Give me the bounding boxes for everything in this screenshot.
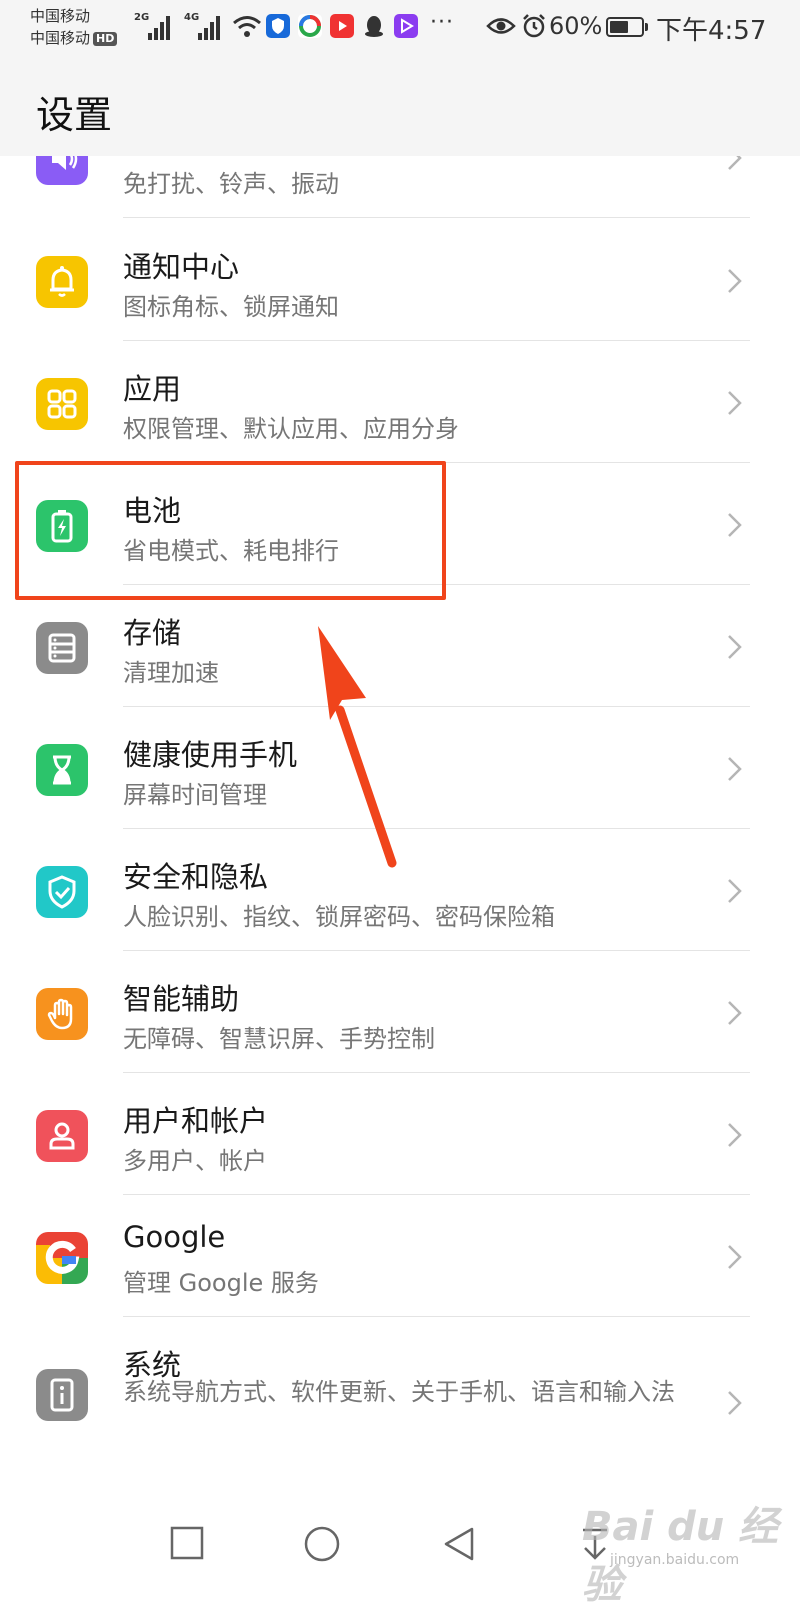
app-header: 设置: [0, 56, 800, 156]
chevron-right-icon: [728, 1123, 742, 1147]
speaker-icon: [36, 156, 88, 185]
settings-item-accessibility[interactable]: 智能辅助 无障碍、智慧识屏、手势控制: [0, 951, 800, 1073]
page-title: 设置: [36, 93, 113, 137]
user-icon: [36, 1110, 88, 1162]
settings-item-subtitle: 屏幕时间管理: [123, 781, 267, 809]
hd-badge: HD: [93, 32, 118, 46]
browser-app-icon: [298, 14, 322, 38]
divider: [123, 217, 750, 218]
battery-status-icon: [606, 17, 648, 37]
settings-item-subtitle: 图标角标、锁屏通知: [123, 293, 339, 321]
battery-percent: 60%: [549, 12, 603, 40]
pointer-arrow-icon: [318, 626, 397, 868]
settings-item-subtitle: 权限管理、默认应用、应用分身: [123, 415, 459, 443]
back-button[interactable]: [442, 1526, 476, 1562]
carrier-1: 中国移动: [30, 7, 91, 25]
settings-item-subtitle: 免打扰、铃声、振动: [123, 170, 339, 198]
chevron-right-icon: [728, 391, 742, 415]
settings-item-title: 通知中心: [123, 250, 240, 284]
carrier-info: 中国移动 中国移动 HD: [30, 5, 118, 49]
chevron-right-icon: [728, 1245, 742, 1269]
chevron-right-icon: [728, 879, 742, 903]
eye-comfort-icon: [486, 18, 516, 34]
signal-2g-icon: 2G: [134, 12, 174, 40]
chevron-right-icon: [728, 757, 742, 781]
wifi-icon: [233, 16, 261, 37]
settings-item-users[interactable]: 用户和帐户 多用户、帐户: [0, 1073, 800, 1195]
info-icon: [36, 1369, 88, 1421]
chevron-right-icon: [728, 635, 742, 659]
settings-item-title: 存储: [123, 616, 182, 650]
highlight-box: [15, 461, 446, 600]
settings-item-title: 安全和隐私: [123, 860, 269, 894]
chevron-right-icon: [728, 1391, 742, 1415]
shield-app-icon: [266, 14, 290, 38]
settings-item-title: Google: [123, 1220, 226, 1254]
storage-icon: [36, 622, 88, 674]
status-bar: 中国移动 中国移动 HD 2G 4G ··· 60% 下午4:57: [0, 0, 800, 56]
video-app-icon: [330, 14, 354, 38]
signal-4g-icon: 4G: [184, 12, 224, 40]
hand-icon: [36, 988, 88, 1040]
alarm-icon: [523, 14, 545, 38]
settings-item-subtitle: 无障碍、智慧识屏、手势控制: [123, 1025, 435, 1053]
google-icon: [36, 1232, 88, 1284]
chevron-right-icon: [728, 156, 742, 170]
watermark-url: jingyan.baidu.com: [610, 1552, 740, 1568]
more-notifications: ···: [430, 10, 454, 35]
settings-item-sound[interactable]: 免打扰、铃声、振动: [0, 156, 800, 218]
chevron-right-icon: [728, 513, 742, 537]
settings-item-title: 用户和帐户: [123, 1104, 269, 1138]
player-app-icon: [394, 14, 418, 38]
hourglass-icon: [36, 744, 88, 796]
settings-item-subtitle: 管理 Google 服务: [123, 1269, 319, 1297]
settings-item-title: 智能辅助: [123, 982, 240, 1016]
apps-grid-icon: [36, 378, 88, 430]
qq-icon: [362, 14, 386, 38]
settings-item-title: 应用: [123, 372, 182, 406]
bell-icon: [36, 256, 88, 308]
settings-item-title: 健康使用手机: [123, 738, 298, 772]
settings-item-notifications[interactable]: 通知中心 图标角标、锁屏通知: [0, 219, 800, 341]
settings-item-system[interactable]: 系统 系统导航方式、软件更新、关于手机、语言和输入法: [0, 1317, 800, 1476]
chevron-right-icon: [728, 1001, 742, 1025]
home-button[interactable]: [304, 1526, 340, 1562]
recent-apps-button[interactable]: [170, 1526, 204, 1560]
settings-item-subtitle: 多用户、帐户: [123, 1147, 267, 1175]
shield-icon: [36, 866, 88, 918]
chevron-right-icon: [728, 269, 742, 293]
settings-item-subtitle: 人脸识别、指纹、锁屏密码、密码保险箱: [123, 903, 555, 931]
settings-item-google[interactable]: Google 管理 Google 服务: [0, 1195, 800, 1317]
clock: 下午4:57: [656, 16, 767, 46]
settings-item-subtitle: 清理加速: [123, 659, 219, 687]
settings-item-subtitle: 系统导航方式、软件更新、关于手机、语言和输入法: [123, 1378, 675, 1406]
carrier-2: 中国移动: [30, 29, 91, 47]
settings-item-apps[interactable]: 应用 权限管理、默认应用、应用分身: [0, 341, 800, 463]
